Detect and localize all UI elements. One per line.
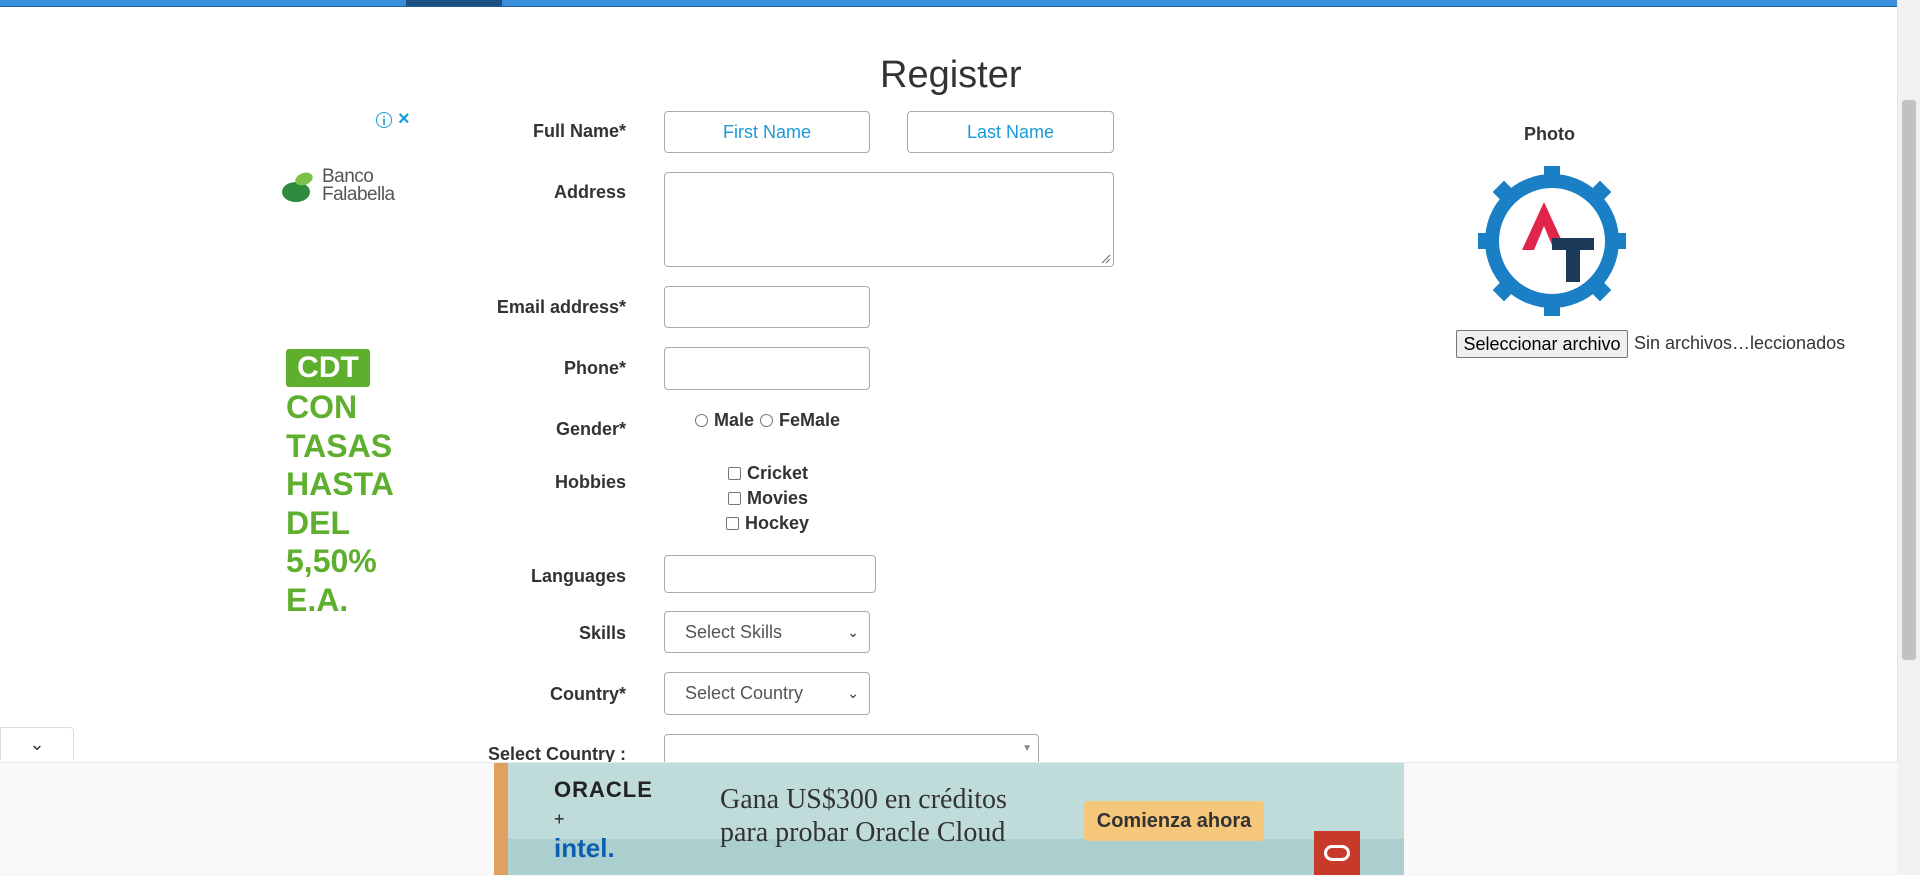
skills-select[interactable]: Select Skills ⌄ <box>664 611 870 653</box>
gender-female-radio[interactable] <box>760 414 773 427</box>
country-select-value: Select Country <box>685 683 804 703</box>
collapse-ad-button[interactable]: ⌄ <box>0 727 74 760</box>
oracle-ad-banner[interactable]: ORACLE + intel. Gana US$300 en créditos … <box>494 763 1404 875</box>
phone-input[interactable] <box>664 347 870 390</box>
photo-preview-logo-icon <box>1478 166 1626 316</box>
hobbies-label: Hobbies <box>554 472 626 492</box>
address-textarea[interactable] <box>664 172 1114 267</box>
photo-label: Photo <box>1524 124 1575 144</box>
hobby-hockey-label: Hockey <box>745 513 810 533</box>
ad-message: Gana US$300 en créditos para probar Orac… <box>720 783 1007 849</box>
ad-brand-line2: Falabella <box>322 184 395 205</box>
scrollbar-thumb[interactable] <box>1902 100 1916 660</box>
chevron-down-icon: ⌄ <box>29 734 45 754</box>
select-country-label: Select Country : <box>487 744 626 762</box>
page-title: Register <box>880 54 1022 96</box>
full-name-label: Full Name* <box>532 121 626 141</box>
oracle-badge-icon <box>1314 831 1360 875</box>
gender-female-label: FeMale <box>779 410 841 430</box>
skills-select-value: Select Skills <box>685 622 783 642</box>
ad-line: E.A. <box>286 581 349 618</box>
banco-falabella-logo-icon <box>282 172 313 202</box>
dropdown-arrow-icon: ▼ <box>1022 743 1032 754</box>
country-select[interactable]: Select Country ⌄ <box>664 672 870 715</box>
close-icon[interactable]: × <box>398 108 410 131</box>
chevron-down-icon: ⌄ <box>847 624 859 640</box>
choose-file-button[interactable]: Seleccionar archivo <box>1456 330 1628 358</box>
file-status-text: Sin archivos…leccionados <box>1634 333 1846 353</box>
top-nav-bar <box>0 0 1898 7</box>
ad-line: TASAS <box>286 427 393 464</box>
oracle-logo: ORACLE <box>554 777 653 802</box>
ad-offer-text[interactable]: CON TASAS HASTA DEL 5,50% E.A. <box>286 388 394 619</box>
address-label: Address <box>553 182 626 202</box>
country-label: Country* <box>550 684 626 704</box>
ad-line: CON <box>286 389 358 425</box>
hobby-cricket-label: Cricket <box>747 463 809 483</box>
languages-input[interactable] <box>664 555 876 593</box>
ad-brand-name[interactable]: Banco Falabella <box>322 167 395 205</box>
gender-label: Gender* <box>555 419 626 439</box>
skills-label: Skills <box>578 623 626 643</box>
hobby-cricket-checkbox[interactable] <box>728 467 741 480</box>
chevron-down-icon: ⌄ <box>847 685 859 701</box>
oracle-ring-icon <box>1324 845 1350 861</box>
ad-plus-sign: + <box>554 809 565 829</box>
ad-line: 5,50% <box>286 543 377 579</box>
phone-label: Phone* <box>563 358 626 378</box>
resize-handle-icon[interactable] <box>1101 254 1111 264</box>
select-country-dropdown[interactable]: ▼ <box>664 734 1039 762</box>
ad-line: DEL <box>286 504 350 541</box>
first-name-input[interactable]: First Name <box>664 111 870 153</box>
ad-side-stripe <box>494 763 508 875</box>
hobby-hockey-checkbox[interactable] <box>726 517 739 530</box>
ad-message-line1: Gana US$300 en créditos <box>720 784 1007 815</box>
hobby-movies-label: Movies <box>747 488 809 508</box>
gender-male-radio[interactable] <box>695 414 708 427</box>
ad-cdt-badge[interactable]: CDT <box>286 349 370 387</box>
languages-label: Languages <box>530 566 626 586</box>
intel-logo: intel. <box>554 833 615 863</box>
last-name-input[interactable]: Last Name <box>907 111 1114 153</box>
top-nav-active-tab[interactable] <box>406 0 502 6</box>
ad-cta-button[interactable]: Comienza ahora <box>1084 801 1264 841</box>
ad-message-line2: para probar Oracle Cloud <box>720 817 1006 848</box>
email-input[interactable] <box>664 286 870 328</box>
hobby-movies-checkbox[interactable] <box>728 492 741 505</box>
gender-male-label: Male <box>714 410 755 430</box>
info-icon[interactable]: i <box>376 112 392 128</box>
ad-line: HASTA <box>286 466 394 502</box>
email-label: Email address* <box>496 297 626 317</box>
